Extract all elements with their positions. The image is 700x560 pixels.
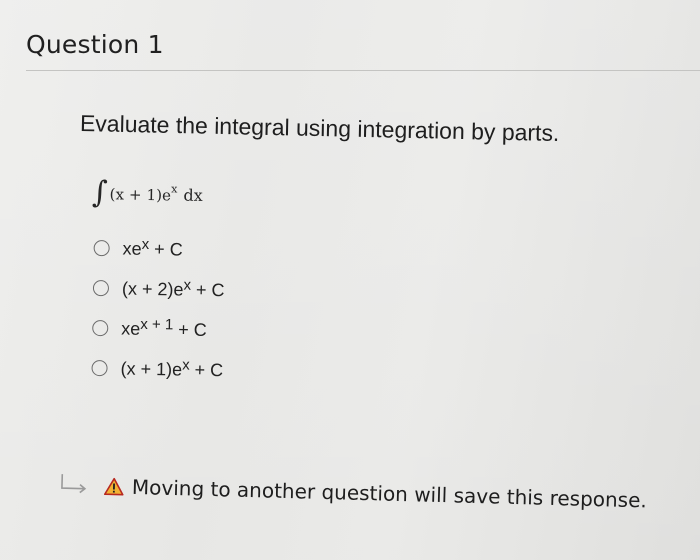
answer-option[interactable]: (x + 2)ex + C (92, 268, 394, 313)
answer-option[interactable]: xex + 1 + C (92, 308, 393, 353)
option-tail: + C (190, 279, 225, 300)
option-base: (x + 1)e (120, 357, 183, 380)
question-prompt: Evaluate the integral using integration … (79, 110, 560, 147)
radio-button[interactable] (91, 359, 108, 377)
integrand-base: (x + 1)e (109, 185, 172, 205)
option-base: (x + 2)e (121, 277, 184, 300)
radio-button[interactable] (92, 279, 110, 297)
integral-expression: ∫ (x + 1)ex dx (91, 175, 203, 211)
return-arrow-icon (61, 474, 87, 494)
header-divider (26, 70, 700, 71)
option-exponent: x (183, 276, 192, 294)
option-label[interactable]: xex + C (122, 235, 183, 260)
integrand-exponent: x (171, 182, 178, 196)
option-base: xe (121, 317, 141, 339)
answer-option[interactable]: xex + C (93, 228, 394, 273)
question-panel: Question 1 Evaluate the integral using i… (0, 0, 700, 560)
radio-button[interactable] (92, 319, 109, 337)
option-exponent: x + 1 (140, 315, 174, 333)
option-tail: + C (189, 359, 224, 380)
radio-button[interactable] (93, 239, 110, 257)
option-exponent: x (141, 235, 150, 253)
save-warning: Moving to another question will save thi… (58, 472, 647, 513)
differential: dx (183, 185, 203, 205)
option-label[interactable]: (x + 2)ex + C (121, 276, 225, 301)
warning-triangle-icon (103, 477, 124, 496)
question-header: Question 1 (0, 0, 700, 72)
option-base: xe (122, 238, 142, 259)
option-exponent: x (182, 356, 190, 374)
integral-sign: ∫ (91, 175, 108, 211)
answer-option[interactable]: (x + 1)ex + C (91, 348, 392, 393)
option-tail: + C (148, 238, 183, 260)
answer-options: xex + C (x + 2)ex + C xex + 1 + C (x + 1… (91, 228, 394, 393)
warning-message: Moving to another question will save thi… (131, 474, 648, 513)
question-title: Question 1 (26, 30, 164, 59)
option-label[interactable]: xex + 1 + C (121, 315, 207, 340)
option-label[interactable]: (x + 1)ex + C (120, 356, 224, 381)
option-tail: + C (173, 318, 207, 340)
integrand: (x + 1)ex (109, 182, 178, 205)
